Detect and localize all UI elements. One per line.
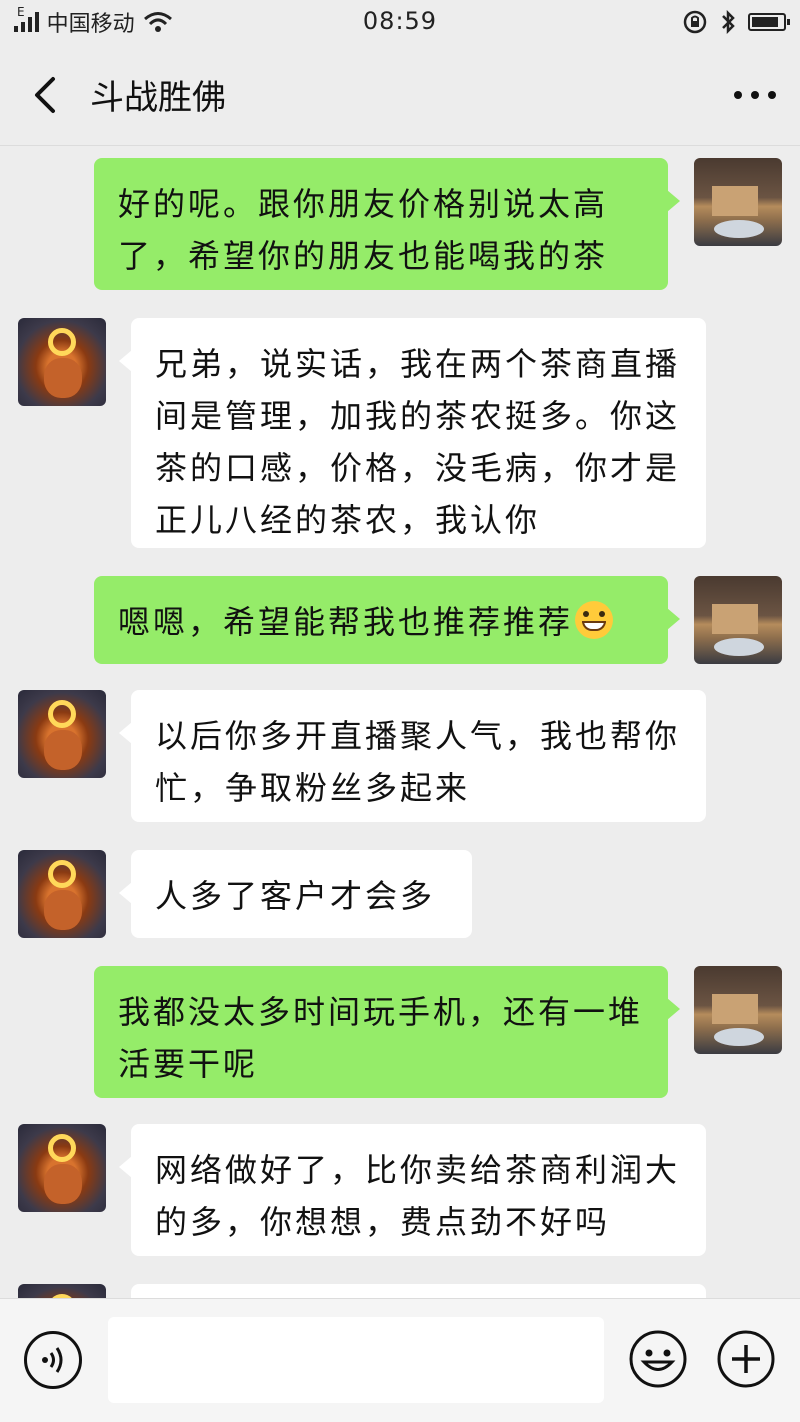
message-text: 网络做好了，比你卖给茶商利润大的多，你想想，费点劲不好吗: [155, 1151, 681, 1241]
chat-area[interactable]: 好的呢。跟你朋友价格别说太高了，希望你的朋友也能喝我的茶 兄弟，说实话，我在两个…: [0, 146, 800, 1298]
plus-button[interactable]: [716, 1329, 776, 1389]
message-bubble-received[interactable]: 人多了客户才会多: [119, 850, 472, 938]
chevron-left-icon: [35, 76, 55, 113]
chat-title: 斗战胜佛: [90, 78, 226, 118]
message-bubble-received[interactable]: 兄弟，说实话，我在两个茶商直播间是管理，加我的茶农挺多。你这茶的口感，价格，没毛…: [119, 318, 706, 548]
message-bubble-sent[interactable]: 嗯嗯，希望能帮我也推荐推荐: [94, 576, 680, 664]
input-bar: [0, 1298, 800, 1422]
battery-level: [752, 17, 778, 27]
message-text: 以后你多开直播聚人气，我也帮你忙，争取粉丝多起来: [155, 717, 681, 807]
more-button[interactable]: [710, 44, 800, 146]
more-dots-icon: [734, 90, 776, 99]
back-button[interactable]: [0, 44, 90, 146]
voice-button[interactable]: [24, 1331, 82, 1389]
contact-avatar[interactable]: [18, 318, 106, 406]
my-avatar[interactable]: [694, 576, 782, 664]
emoji-icon: [629, 1330, 687, 1388]
my-avatar[interactable]: [694, 966, 782, 1054]
message-bubble-sent[interactable]: 好的呢。跟你朋友价格别说太高了，希望你的朋友也能喝我的茶: [94, 158, 680, 290]
message-bubble-sent[interactable]: 我都没太多时间玩手机，还有一堆活要干呢: [94, 966, 680, 1098]
grin-emoji: [575, 601, 614, 639]
status-time: 08:59: [362, 7, 438, 35]
message-text: 我都没太多时间玩手机，还有一堆活要干呢: [118, 993, 644, 1083]
message-text: 好的呢。跟你朋友价格别说太高了，希望你的朋友也能喝我的茶: [118, 185, 609, 275]
contact-avatar[interactable]: [18, 1124, 106, 1212]
message-text: 兄弟，说实话，我在两个茶商直播间是管理，加我的茶农挺多。你这茶的口感，价格，没毛…: [155, 345, 681, 539]
chat-header: 斗战胜佛: [0, 44, 800, 146]
plus-icon: [717, 1330, 775, 1388]
contact-avatar[interactable]: [18, 850, 106, 938]
battery-icon: [748, 13, 790, 31]
my-avatar[interactable]: [694, 158, 782, 246]
message-text: 嗯嗯，希望能帮我也推荐推荐: [118, 603, 574, 641]
contact-avatar[interactable]: [18, 1284, 106, 1298]
message-text: 人多了客户才会多: [155, 877, 436, 915]
message-bubble-received[interactable]: [131, 1284, 706, 1298]
status-bar: E 中国移动 08:59: [0, 0, 800, 44]
contact-avatar[interactable]: [18, 690, 106, 778]
emoji-button[interactable]: [628, 1329, 688, 1389]
message-bubble-received[interactable]: 以后你多开直播聚人气，我也帮你忙，争取粉丝多起来: [119, 690, 706, 822]
message-bubble-received[interactable]: 网络做好了，比你卖给茶商利润大的多，你想想，费点劲不好吗: [119, 1124, 706, 1256]
voice-icon: [42, 1347, 63, 1373]
message-input[interactable]: [108, 1317, 604, 1403]
